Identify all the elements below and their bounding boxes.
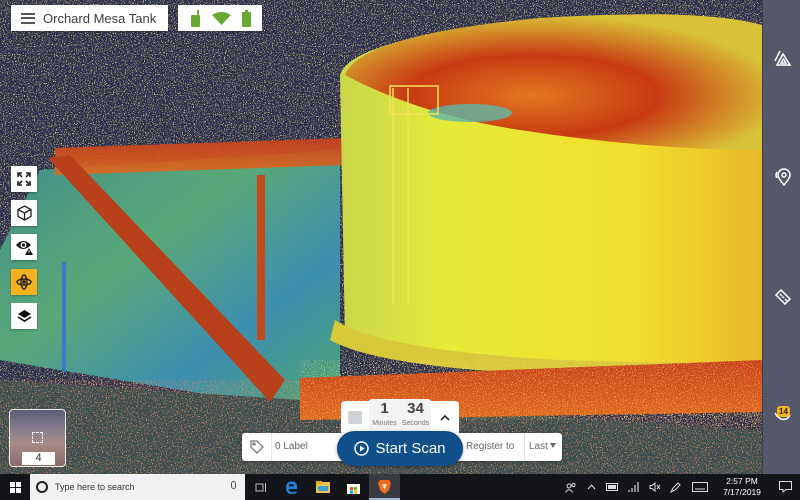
post (257, 175, 265, 340)
battery-icon (241, 9, 251, 27)
expand-settings-button[interactable] (431, 401, 459, 434)
pen-workspace-button[interactable] (665, 474, 686, 500)
scan-number: 4 (22, 452, 55, 465)
eye-warning-icon (16, 241, 33, 255)
left-toolbar (11, 166, 37, 337)
keyboard-icon (692, 482, 708, 492)
start-scan-label: Start Scan (375, 440, 446, 457)
scan-timer-panel: 1 Minutes 34 Seconds (341, 399, 459, 434)
location-pins-icon[interactable] (774, 168, 792, 186)
hamburger-menu-icon[interactable] (21, 12, 35, 24)
microphone-icon[interactable] (231, 481, 236, 489)
visibility-warning-button[interactable] (11, 234, 37, 260)
wifi-tray-icon (628, 482, 639, 492)
focus-reticle-icon (32, 432, 43, 443)
action-center-icon (778, 481, 792, 493)
navigation-mode-button[interactable] (11, 269, 37, 295)
taskbar-clock[interactable]: 2:57 PM 7/17/2019 (714, 476, 770, 498)
image-placeholder-icon[interactable] (341, 401, 369, 434)
app-window: Orchard Mesa Tank 4 14 1 Minutes 34 Seco… (0, 0, 800, 500)
minutes-label: Minutes (372, 420, 397, 427)
battery-tray-button[interactable] (602, 474, 623, 500)
blue-post (62, 262, 66, 372)
register-target-select[interactable]: Last (524, 433, 562, 461)
edge-browser-icon (286, 481, 297, 494)
layers-icon (17, 309, 31, 322)
windows-logo-icon (9, 481, 21, 493)
seconds-label: Seconds (401, 420, 430, 427)
scanner-device-icon (190, 9, 200, 27)
history-badge: 14 (777, 406, 790, 417)
orbit-move-icon (16, 274, 32, 290)
pen-icon (670, 481, 681, 493)
taskbar-search[interactable]: Type here to search (30, 474, 245, 500)
device-status-card[interactable] (178, 5, 262, 31)
project-title-card[interactable]: Orchard Mesa Tank (11, 5, 168, 31)
clock-date: 7/17/2019 (723, 487, 761, 497)
seconds-value: 34 (407, 400, 424, 417)
right-sidebar: 14 (762, 0, 800, 474)
register-target-value: Last (529, 441, 548, 452)
ruler-icon[interactable] (774, 288, 792, 306)
3d-view-button[interactable] (11, 200, 37, 226)
touch-keyboard-button[interactable] (686, 474, 714, 500)
volume-button[interactable] (644, 474, 665, 500)
clock-time: 2:57 PM (726, 476, 758, 486)
people-icon (564, 482, 576, 493)
wifi-signal-icon (211, 11, 231, 25)
edge-browser-button[interactable] (276, 474, 307, 500)
cortana-icon (36, 481, 48, 493)
task-view-button[interactable] (245, 474, 276, 500)
minutes-value: 1 (380, 400, 389, 417)
tag-icon (249, 440, 264, 454)
start-scan-button[interactable]: Start Scan (337, 431, 463, 466)
action-center-button[interactable] (770, 474, 800, 500)
volume-muted-icon (649, 482, 660, 492)
people-button[interactable] (560, 474, 581, 500)
show-hidden-icons-button[interactable] (581, 474, 602, 500)
battery-tray-icon (606, 483, 618, 491)
cube-icon (16, 205, 32, 221)
scan-duration[interactable]: 1 Minutes 34 Seconds (369, 399, 431, 434)
dropdown-caret-icon (549, 443, 556, 448)
store-icon (347, 483, 360, 494)
file-explorer-button[interactable] (307, 474, 338, 500)
label-button[interactable] (242, 433, 272, 461)
store-button[interactable] (338, 474, 369, 500)
search-placeholder: Type here to search (55, 482, 135, 492)
wifi-tray-button[interactable] (623, 474, 644, 500)
file-explorer-icon (315, 481, 330, 493)
fullscreen-button[interactable] (11, 166, 37, 192)
pen-triangle-icon[interactable] (774, 49, 792, 67)
expand-arrows-icon (17, 172, 31, 186)
task-view-icon (255, 482, 266, 492)
project-title: Orchard Mesa Tank (43, 10, 157, 26)
brave-browser-button[interactable] (369, 474, 400, 500)
register-to-label: Register to (466, 441, 515, 452)
chevron-up-icon (587, 484, 596, 490)
scan-thumbnail[interactable]: 4 (9, 409, 66, 467)
windows-taskbar: Type here to search 2:57 PM 7/17/2019 (0, 474, 800, 500)
play-circle-icon (354, 441, 370, 456)
system-tray: 2:57 PM 7/17/2019 (560, 474, 800, 500)
brave-browser-icon (378, 479, 391, 494)
layers-button[interactable] (11, 303, 37, 329)
start-menu-button[interactable] (0, 474, 30, 500)
label-count[interactable]: 0 Label (275, 433, 308, 461)
tank-hatch (428, 104, 512, 122)
chevron-up-icon (440, 414, 450, 421)
